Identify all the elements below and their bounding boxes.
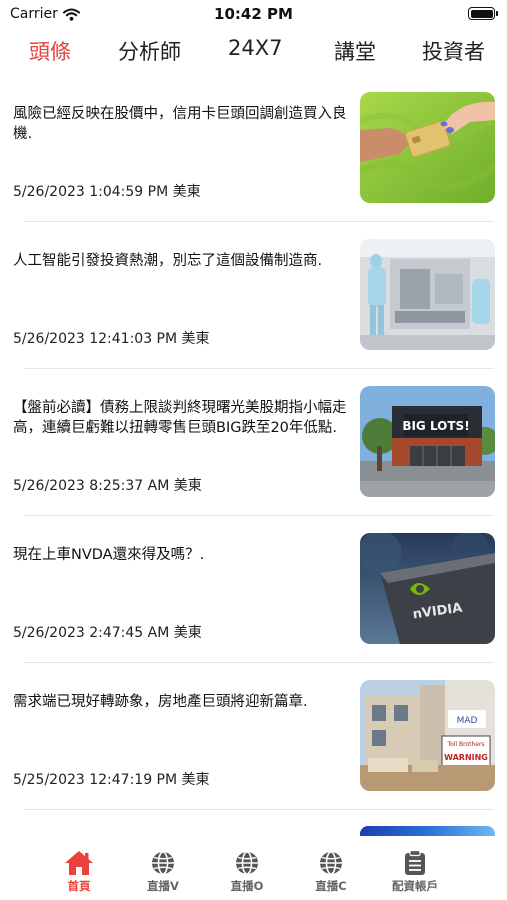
news-thumbnail: MAD Toll Brothers WARNING (360, 680, 495, 791)
news-thumbnail (360, 92, 495, 203)
news-timestamp: 5/26/2023 2:47:45 AM 美東 (13, 625, 202, 641)
status-time: 10:42 PM (214, 5, 293, 23)
news-title: 需求端已現好轉跡象，房地產巨頭將迎新篇章. (13, 694, 308, 710)
image-text: WARNING (444, 753, 488, 762)
tab-headlines[interactable]: 頭條 (29, 36, 71, 66)
image-text: BIG LOTS! (402, 419, 469, 433)
news-thumbnail: nVIDIA (360, 533, 495, 644)
tab-live-v-label: 直播V (147, 879, 179, 893)
news-item[interactable]: 人工智能引發投資熱潮，別忘了這個設備制造商. 5/26/2023 12:41:0… (0, 227, 507, 374)
divider (24, 515, 494, 516)
category-tabs: 頭條 分析師 24X7 講堂 投資者 (0, 36, 507, 72)
tab-24x7[interactable]: 24X7 (228, 36, 282, 60)
divider (24, 368, 494, 369)
news-timestamp: 5/26/2023 12:41:03 PM 美東 (13, 331, 210, 347)
news-title: 【盤前必讀】債務上限談判終現曙光美股期指小幅走高，連續巨虧難以扭轉零售巨頭BIG… (13, 400, 347, 436)
battery-icon (468, 7, 498, 20)
news-thumbnail-partial (360, 826, 495, 836)
globe-icon (236, 851, 258, 875)
divider (24, 662, 494, 663)
tab-live-o[interactable]: 直播O (207, 850, 287, 894)
bottom-tab-bar: 首頁 直播V 直播O 直播C 配資帳戶 (0, 838, 507, 900)
news-item[interactable]: 需求端已現好轉跡象，房地產巨頭將迎新篇章. 5/25/2023 12:47:19… (0, 668, 507, 815)
news-item[interactable]: 風險已經反映在股價中，信用卡巨頭回調創造買入良機. 5/26/2023 1:04… (0, 80, 507, 227)
tab-live-o-label: 直播O (230, 879, 264, 893)
tab-lectures[interactable]: 講堂 (334, 36, 376, 66)
news-thumbnail (360, 239, 495, 350)
tab-home-label: 首頁 (67, 879, 91, 893)
news-timestamp: 5/26/2023 8:25:37 AM 美東 (13, 478, 202, 494)
tab-live-v[interactable]: 直播V (123, 850, 203, 894)
tab-margin-account-label: 配資帳戶 (392, 879, 438, 893)
news-title: 現在上車NVDA還來得及嗎？. (13, 547, 205, 563)
globe-icon (320, 851, 342, 875)
tab-investors[interactable]: 投資者 (422, 36, 485, 66)
clipboard-icon (405, 850, 425, 875)
news-thumbnail: BIG LOTS! (360, 386, 495, 497)
svg-text:MAD: MAD (457, 716, 478, 726)
home-icon (65, 851, 93, 875)
news-item[interactable]: 現在上車NVDA還來得及嗎？. 5/26/2023 2:47:45 AM 美東 … (0, 521, 507, 668)
news-title: 人工智能引發投資熱潮，別忘了這個設備制造商. (13, 253, 323, 269)
news-timestamp: 5/26/2023 1:04:59 PM 美東 (13, 184, 201, 200)
news-item[interactable]: 【盤前必讀】債務上限談判終現曙光美股期指小幅走高，連續巨虧難以扭轉零售巨頭BIG… (0, 374, 507, 521)
status-bar: Carrier 10:42 PM (0, 0, 507, 28)
globe-icon (152, 851, 174, 875)
tab-analysts[interactable]: 分析師 (118, 36, 181, 66)
divider (24, 221, 494, 222)
divider (24, 809, 494, 810)
news-title: 風險已經反映在股價中，信用卡巨頭回調創造買入良機. (13, 106, 347, 142)
tab-margin-account[interactable]: 配資帳戶 (375, 850, 455, 894)
tab-live-c[interactable]: 直播C (291, 850, 371, 894)
tab-live-c-label: 直播C (315, 879, 347, 893)
svg-text:Toll Brothers: Toll Brothers (446, 741, 484, 748)
tab-home[interactable]: 首頁 (39, 850, 119, 894)
news-timestamp: 5/25/2023 12:47:19 PM 美東 (13, 772, 210, 788)
